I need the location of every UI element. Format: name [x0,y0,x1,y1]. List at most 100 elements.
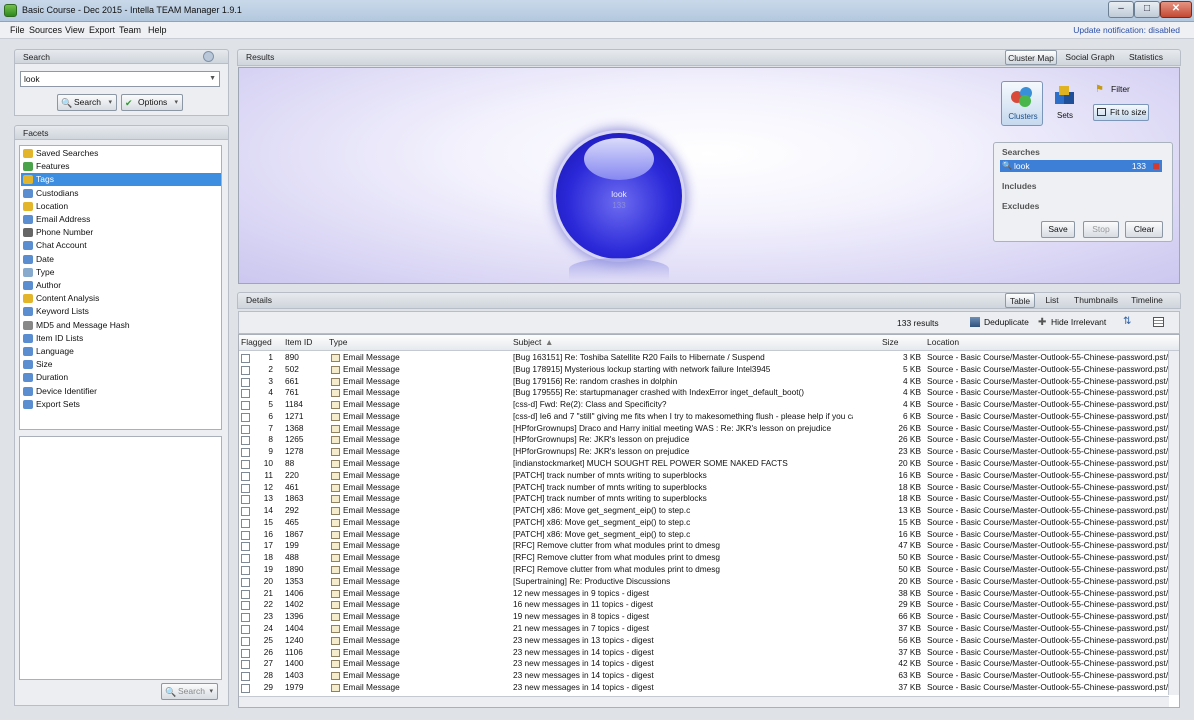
table-row[interactable]: 9 1278 Email Message [HPforGrownups] Re: JK… [239,446,1169,458]
flag-checkbox[interactable] [241,365,250,375]
flag-checkbox[interactable] [241,589,250,599]
table-row[interactable]: 22 1402 Email Message 16 new messages in 11… [239,599,1169,611]
menu-help[interactable]: Help [148,25,167,35]
deduplicate-button[interactable]: Deduplicate [970,316,1029,330]
table-row[interactable]: 21 1406 Email Message 12 new messages in 9 … [239,588,1169,600]
table-row[interactable]: 5 1184 Email Message [css-d] Fwd: Re(2): Cl… [239,399,1169,411]
flag-checkbox[interactable] [241,389,250,399]
sort-icon[interactable]: ⇅ [1123,316,1131,327]
table-row[interactable]: 20 1353 Email Message [Supertraining] Re: P… [239,576,1169,588]
flag-checkbox[interactable] [241,471,250,481]
flag-checkbox[interactable] [241,624,250,634]
table-row[interactable]: 25 1240 Email Message 23 new messages in 13… [239,635,1169,647]
facet-item-size[interactable]: Size [21,358,221,371]
facet-item-md5-and-message-hash[interactable]: MD5 and Message Hash [21,319,221,332]
facet-item-chat-account[interactable]: Chat Account [21,239,221,252]
flag-checkbox[interactable] [241,424,250,434]
table-row[interactable]: 6 1271 Email Message [css-d] Ie6 and 7 "sti… [239,411,1169,423]
columns-icon[interactable] [1153,317,1164,327]
tab-timeline[interactable]: Timeline [1128,293,1166,308]
facet-item-date[interactable]: Date [21,253,221,266]
menu-export[interactable]: Export [89,25,115,35]
filter-button[interactable]: ⚑ Filter [1095,84,1155,98]
flag-checkbox[interactable] [241,542,250,552]
table-row[interactable]: 18 488 Email Message [RFC] Remove clutter f… [239,552,1169,564]
tab-cluster-map[interactable]: Cluster Map [1005,50,1057,65]
column-location[interactable]: Location [927,335,959,350]
flag-checkbox[interactable] [241,436,250,446]
table-row[interactable]: 24 1404 Email Message 21 new messages in 7 … [239,623,1169,635]
flag-checkbox[interactable] [241,518,250,528]
flag-checkbox[interactable] [241,530,250,540]
table-row[interactable]: 12 461 Email Message [PATCH] track number o… [239,482,1169,494]
facet-item-content-analysis[interactable]: Content Analysis [21,292,221,305]
menu-sources[interactable]: Sources [29,25,62,35]
tab-table[interactable]: Table [1005,293,1035,308]
tab-thumbnails[interactable]: Thumbnails [1069,293,1123,308]
table-row[interactable]: 4 761 Email Message [Bug 179555] Re: startu… [239,387,1169,399]
flag-checkbox[interactable] [241,507,250,517]
tab-social-graph[interactable]: Social Graph [1062,50,1118,65]
facet-item-features[interactable]: Features [21,160,221,173]
flag-checkbox[interactable] [241,377,250,387]
flag-checkbox[interactable] [241,660,250,670]
tab-statistics[interactable]: Statistics [1123,50,1169,65]
table-row[interactable]: 13 1863 Email Message [PATCH] track number … [239,493,1169,505]
column-size[interactable]: Size [882,335,899,350]
flag-checkbox[interactable] [241,566,250,576]
facet-item-device-identifier[interactable]: Device Identifier [21,385,221,398]
flag-checkbox[interactable] [241,672,250,682]
flag-checkbox[interactable] [241,412,250,422]
flag-checkbox[interactable] [241,448,250,458]
table-row[interactable]: 29 1979 Email Message 23 new messages in 14… [239,682,1169,694]
facet-search-button[interactable]: 🔍 Search ▾ [161,683,218,700]
facet-item-custodians[interactable]: Custodians [21,187,221,200]
facet-item-tags[interactable]: Tags [21,173,221,187]
flag-checkbox[interactable] [241,460,250,470]
flag-checkbox[interactable] [241,483,250,493]
save-button[interactable]: Save [1041,221,1075,238]
maximize-button[interactable]: □ [1134,1,1160,18]
flag-checkbox[interactable] [241,613,250,623]
table-row[interactable]: 16 1867 Email Message [PATCH] x86: Move get… [239,529,1169,541]
facet-item-language[interactable]: Language [21,345,221,358]
clusters-button[interactable]: Clusters [1001,81,1043,126]
table-row[interactable]: 8 1265 Email Message [HPforGrownups] Re: JK… [239,434,1169,446]
chevron-down-icon[interactable]: ▼ [209,72,216,86]
table-row[interactable]: 2 502 Email Message [Bug 178915] Mysterious… [239,364,1169,376]
table-row[interactable]: 10 88 Email Message [indianstockmarket] MUC… [239,458,1169,470]
flag-checkbox[interactable] [241,636,250,646]
sets-button[interactable]: Sets [1048,81,1082,126]
table-row[interactable]: 23 1396 Email Message 19 new messages in 8 … [239,611,1169,623]
column-subject[interactable]: Subject [513,335,541,350]
minimize-button[interactable]: – [1108,1,1134,18]
facet-item-export-sets[interactable]: Export Sets [21,398,221,411]
flag-checkbox[interactable] [241,401,250,411]
flag-checkbox[interactable] [241,648,250,658]
search-input[interactable]: look ▼ [20,71,220,87]
table-row[interactable]: 14 292 Email Message [PATCH] x86: Move get_… [239,505,1169,517]
vertical-scrollbar[interactable] [1168,351,1179,695]
facet-item-saved-searches[interactable]: Saved Searches [21,147,221,160]
help-icon[interactable] [203,51,214,62]
facet-item-keyword-lists[interactable]: Keyword Lists [21,305,221,318]
table-row[interactable]: 27 1400 Email Message 23 new messages in 14… [239,658,1169,670]
options-button[interactable]: ✔ Options ▾ [121,94,183,111]
update-notification-link[interactable]: Update notification: disabled [1073,25,1180,35]
flag-checkbox[interactable] [241,577,250,587]
search-button[interactable]: 🔍 Search ▾ [57,94,117,111]
table-row[interactable]: 26 1106 Email Message 23 new messages in 14… [239,647,1169,659]
flag-checkbox[interactable] [241,683,250,693]
flag-checkbox[interactable] [241,601,250,611]
search-entry[interactable]: 🔍 look 133 [1000,160,1162,172]
facet-item-phone-number[interactable]: Phone Number [21,226,221,239]
table-row[interactable]: 3 661 Email Message [Bug 179156] Re: random… [239,376,1169,388]
menu-team[interactable]: Team [119,25,141,35]
menu-file[interactable]: File [10,25,25,35]
flag-checkbox[interactable] [241,354,250,363]
table-row[interactable]: 15 465 Email Message [PATCH] x86: Move get_… [239,517,1169,529]
table-row[interactable]: 28 1403 Email Message 23 new messages in 14… [239,670,1169,682]
facet-item-type[interactable]: Type [21,266,221,279]
horizontal-scrollbar[interactable] [239,696,1169,707]
column-flagged[interactable]: Flagged [241,335,272,350]
